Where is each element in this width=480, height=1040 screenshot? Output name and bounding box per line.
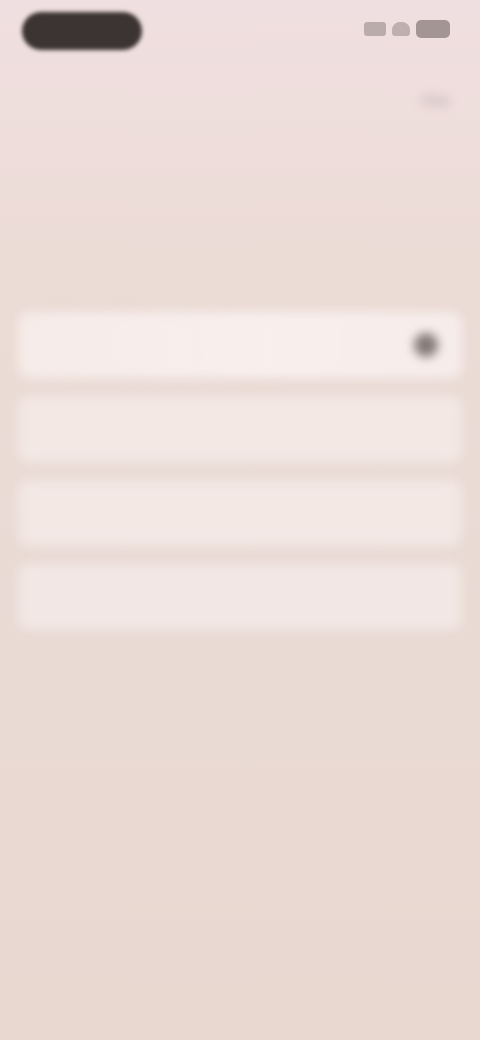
option-item-1[interactable] [18,312,462,378]
option-item-2[interactable] [18,396,462,462]
skip-button[interactable]: Skip [421,92,450,109]
status-icons [364,20,450,38]
option-item-4[interactable] [18,564,462,630]
status-bar [0,0,480,64]
signal-icon [364,22,386,36]
options-list [18,312,462,648]
battery-icon [416,20,450,38]
close-icon[interactable] [414,333,438,357]
option-item-3[interactable] [18,480,462,546]
wifi-icon [392,22,410,36]
